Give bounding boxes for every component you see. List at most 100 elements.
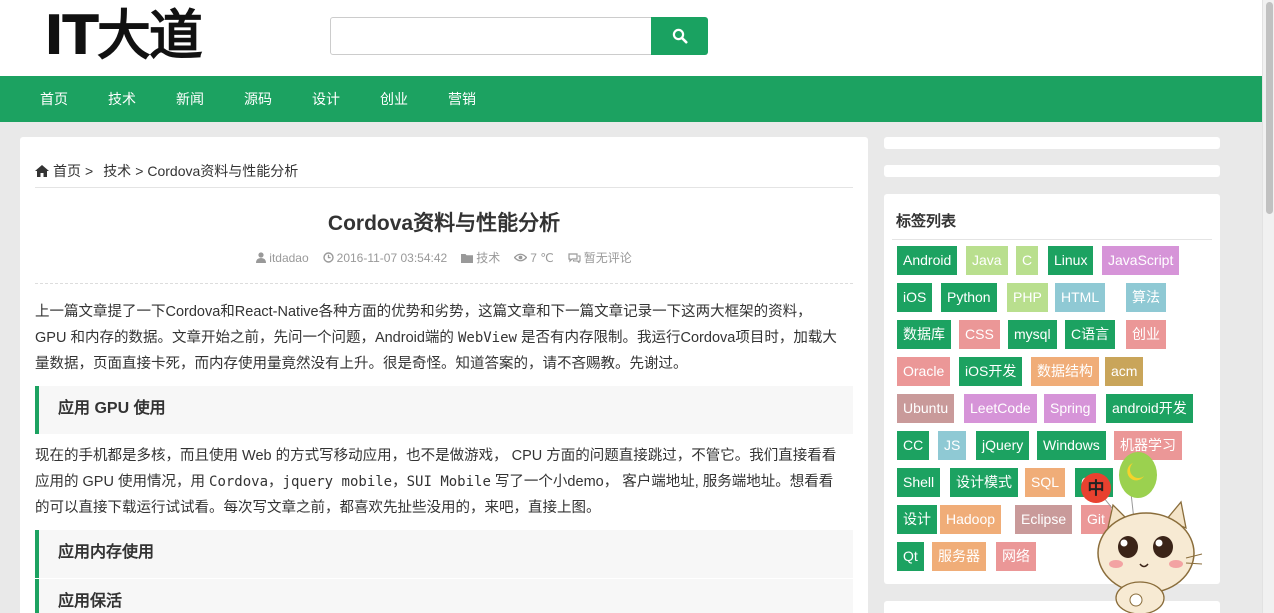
tag-item[interactable]: iOS: [897, 283, 933, 312]
site-logo[interactable]: IT大道: [44, 4, 203, 68]
page-scrollbar[interactable]: [1262, 0, 1274, 613]
tag-item[interactable]: 数据库: [897, 320, 951, 349]
clock-icon: [322, 252, 334, 263]
tag-item[interactable]: Linux: [1048, 246, 1094, 275]
tag-item[interactable]: CC: [897, 431, 930, 460]
breadcrumb-separator: >: [85, 163, 94, 179]
text-run: 的可以直接下载运行试试看。每次写文章之前，都喜欢先扯些没用的，来吧，直接上图。: [35, 500, 601, 516]
tag-item[interactable]: Hadoop: [940, 505, 1002, 534]
tag-item[interactable]: Python: [941, 283, 997, 312]
tag-item[interactable]: 设计模式: [950, 468, 1018, 497]
text-run: 量数据，页面直接卡死，而内存使用量竟然没有上升。很是奇怪。知道答案的，请不吝赐教…: [35, 356, 688, 372]
section-heading-memory: 应用内存使用: [35, 530, 853, 578]
tag-item[interactable]: acm: [1105, 357, 1144, 386]
tag-item[interactable]: 算法: [1126, 283, 1166, 312]
tag-item[interactable]: mysql: [1008, 320, 1057, 349]
divider: [892, 239, 1212, 240]
tag-item[interactable]: 创业: [1126, 320, 1166, 349]
sidebar-widget: [884, 165, 1220, 177]
jquery-mobile-link[interactable]: jquery mobile: [283, 474, 393, 490]
divider: [35, 187, 853, 188]
folder-icon: [461, 253, 474, 263]
text-run: ，: [392, 474, 407, 490]
tag-item[interactable]: JS: [938, 431, 967, 460]
tags-title: 标签列表: [896, 213, 957, 230]
paragraph-intro: 上一篇文章提了一下Cordova和React-Native各种方面的优势和劣势，…: [35, 299, 853, 377]
meta-author: itdadao: [256, 249, 309, 266]
article-card: 首页 > 技术 > Cordova资料与性能分析 Cordova资料与性能分析 …: [20, 137, 868, 613]
scrollbar-thumb[interactable]: [1266, 2, 1273, 214]
meta-date: 2016-11-07 03:54:42: [322, 249, 448, 266]
breadcrumb-current: Cordova资料与性能分析: [147, 163, 299, 179]
search-icon: [672, 28, 687, 44]
views-text: 7 ℃: [530, 250, 554, 265]
home-icon: [35, 165, 49, 177]
meta-category: 技术: [461, 249, 500, 266]
tag-item[interactable]: Java: [966, 246, 1008, 275]
tag-item[interactable]: JavaScript: [1102, 246, 1180, 275]
nav-item-news[interactable]: 新闻: [176, 76, 204, 122]
tag-item[interactable]: C语言: [1065, 320, 1116, 349]
comments-icon: [568, 252, 581, 263]
nav-item-source[interactable]: 源码: [244, 76, 272, 122]
nav-item-home[interactable]: 首页: [40, 76, 68, 122]
nav-item-design[interactable]: 设计: [312, 76, 340, 122]
tag-item[interactable]: C: [1016, 246, 1039, 275]
tag-item[interactable]: 网络: [996, 542, 1036, 571]
tag-item[interactable]: Android: [897, 246, 958, 275]
sui-mobile-link[interactable]: SUI Mobile: [407, 474, 491, 490]
tag-item[interactable]: jQuery: [976, 431, 1030, 460]
breadcrumb-category[interactable]: 技术: [103, 161, 131, 181]
text-run: 是否有内存限制。我运行Cordova项目时，加载大: [516, 330, 837, 346]
tag-item[interactable]: Qt: [897, 542, 924, 571]
tag-item[interactable]: android开发: [1106, 394, 1193, 423]
tag-item[interactable]: iOS开发: [959, 357, 1023, 386]
mascot-badge: 中: [1088, 478, 1105, 499]
text-run: 写了一个小demo， 客户端地址, 服务端地址。想看看: [490, 474, 834, 490]
sidebar-widget: [884, 137, 1220, 149]
tag-item[interactable]: Oracle: [897, 357, 951, 386]
cordova-link[interactable]: Cordova: [209, 474, 268, 490]
article-meta: itdadao 2016-11-07 03:54:42 技术 7 ℃ 暂无评论: [35, 249, 853, 266]
date-text: 2016-11-07 03:54:42: [336, 250, 448, 265]
tag-item[interactable]: Shell: [897, 468, 941, 497]
search-button[interactable]: [651, 17, 708, 55]
nav-item-startup[interactable]: 创业: [380, 76, 408, 122]
text-run: GPU 和内存的数据。文章开始之前，先问一个问题，Android端的: [35, 330, 458, 346]
tag-item[interactable]: SQL: [1025, 468, 1066, 497]
paragraph-gpu: 现在的手机都是多核，而且使用 Web 的方式写移动应用，也不是做游戏， CPU …: [35, 443, 853, 521]
search-input[interactable]: [330, 17, 652, 55]
nav-item-marketing[interactable]: 营销: [448, 76, 476, 122]
cat-mascot[interactable]: 中: [1078, 450, 1208, 613]
text-run: ，: [268, 474, 283, 490]
text-run: 现在的手机都是多核，而且使用 Web 的方式写移动应用，也不是做游戏， CPU …: [35, 448, 837, 464]
breadcrumb-home[interactable]: 首页: [53, 161, 81, 181]
tag-item[interactable]: 设计: [897, 505, 937, 534]
breadcrumb-separator: >: [135, 163, 144, 179]
section-heading-gpu: 应用 GPU 使用: [35, 386, 853, 434]
author-link[interactable]: itdadao: [269, 251, 308, 265]
meta-comments: 暂无评论: [568, 249, 632, 266]
tag-item[interactable]: LeetCode: [964, 394, 1037, 423]
tag-item[interactable]: 数据结构: [1031, 357, 1099, 386]
category-link[interactable]: 技术: [476, 249, 500, 266]
tag-item[interactable]: Eclipse: [1015, 505, 1073, 534]
tag-item[interactable]: HTML: [1055, 283, 1106, 312]
tag-item[interactable]: CSS: [959, 320, 1000, 349]
comments-link[interactable]: 暂无评论: [584, 249, 632, 266]
breadcrumb: 首页 > 技术 > Cordova资料与性能分析: [35, 161, 298, 181]
tag-item[interactable]: 服务器: [932, 542, 986, 571]
divider: [35, 283, 853, 284]
article-title: Cordova资料与性能分析: [327, 212, 561, 235]
meta-views: 7 ℃: [514, 249, 554, 266]
site-header: IT大道: [0, 0, 1262, 76]
tag-item[interactable]: Spring: [1044, 394, 1097, 423]
main-nav: 首页 技术 新闻 源码 设计 创业 营销: [0, 76, 1262, 122]
tag-item[interactable]: PHP: [1007, 283, 1048, 312]
nav-item-tech[interactable]: 技术: [108, 76, 136, 122]
tag-item[interactable]: Ubuntu: [897, 394, 955, 423]
eye-icon: [514, 253, 528, 262]
text-run: 应用的 GPU 使用情况，用: [35, 474, 210, 490]
text-run: 上一篇文章提了一下Cordova和React-Native各种方面的优势和劣势，…: [35, 304, 812, 320]
section-heading-keepalive: 应用保活: [35, 579, 853, 613]
